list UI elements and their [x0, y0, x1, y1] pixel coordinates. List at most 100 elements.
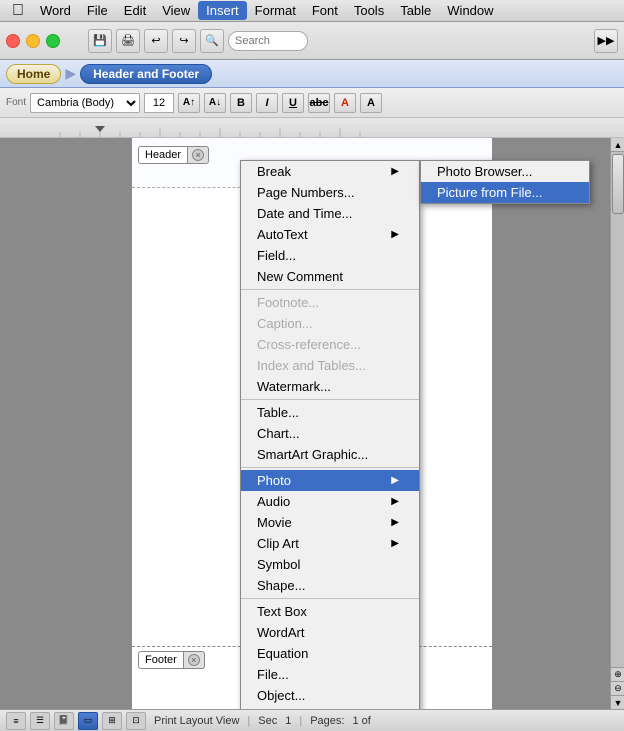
menu-item-label: Text Box	[257, 604, 307, 619]
scroll-expand-btn[interactable]: ⊕	[611, 667, 624, 681]
notebook-view-btn[interactable]: 📓	[54, 712, 74, 730]
menu-item-field---[interactable]: Field...	[241, 245, 419, 266]
menu-item-photo[interactable]: Photo▶	[241, 470, 419, 491]
menu-item-wordart[interactable]: WordArt	[241, 622, 419, 643]
footer-close-btn[interactable]: ×	[184, 651, 205, 669]
menu-item-chart---[interactable]: Chart...	[241, 423, 419, 444]
photo-submenu-label: Photo Browser...	[437, 164, 532, 179]
font-size-up-btn[interactable]: A↑	[178, 93, 200, 113]
print-btn[interactable]: 🖨	[116, 29, 140, 53]
vertical-scrollbar[interactable]: ▲ ⊕ ⊖ ▼	[610, 138, 624, 709]
menu-item-watermark---[interactable]: Watermark...	[241, 376, 419, 397]
view-icons: ≡ ☰ 📓 ▭ ⊞ ⊡	[6, 712, 146, 730]
menubar-table[interactable]: Table	[392, 1, 439, 20]
ribbon-header-footer-btn[interactable]: Header and Footer	[80, 64, 212, 84]
menu-item-audio[interactable]: Audio▶	[241, 491, 419, 512]
scroll-down-btn[interactable]: ▼	[611, 695, 624, 709]
menu-item-label: Caption...	[257, 316, 313, 331]
menubar-word[interactable]: Word	[32, 1, 79, 20]
submenu-arrow-icon: ▶	[391, 496, 399, 507]
menu-item-label: File...	[257, 667, 289, 682]
pages-value: 1 of	[352, 715, 370, 727]
view-mode-label: Print Layout View	[154, 715, 239, 727]
menu-item-table---[interactable]: Table...	[241, 402, 419, 423]
underline-btn[interactable]: U	[282, 93, 304, 113]
menu-item-page-numbers---[interactable]: Page Numbers...	[241, 182, 419, 203]
menu-item-label: Equation	[257, 646, 308, 661]
photo-submenu-item-photo-browser---[interactable]: Photo Browser...	[421, 161, 589, 182]
font-family-select[interactable]: Cambria (Body)	[30, 93, 140, 113]
publishing-view-btn[interactable]: ⊞	[102, 712, 122, 730]
apple-menu[interactable]: 	[4, 0, 32, 22]
strikethrough-btn[interactable]: abc	[308, 93, 330, 113]
menubar-window[interactable]: Window	[439, 1, 501, 20]
print-view-btn[interactable]: ▭	[78, 712, 98, 730]
menu-item-html-object[interactable]: HTML Object▶	[241, 706, 419, 709]
menu-item-equation[interactable]: Equation	[241, 643, 419, 664]
redo-btn[interactable]: ↪	[172, 29, 196, 53]
bold-btn[interactable]: B	[230, 93, 252, 113]
menu-item-shape---[interactable]: Shape...	[241, 575, 419, 596]
menubar-edit[interactable]: Edit	[116, 1, 154, 20]
app-window:  Word File Edit View Insert Format Font…	[0, 0, 624, 731]
outline-view-btn[interactable]: ☰	[30, 712, 50, 730]
menu-item-label: Clip Art	[257, 536, 299, 551]
menu-separator	[241, 467, 419, 468]
text-color-btn[interactable]: A	[360, 93, 382, 113]
minimize-window-btn[interactable]	[26, 34, 40, 48]
statusbar: ≡ ☰ 📓 ▭ ⊞ ⊡ Print Layout View | Sec 1 | …	[0, 709, 624, 731]
menu-item-clip-art[interactable]: Clip Art ▶	[241, 533, 419, 554]
maximize-window-btn[interactable]	[46, 34, 60, 48]
zoom-btn[interactable]: 🔍	[200, 29, 224, 53]
menu-item-file---[interactable]: File...	[241, 664, 419, 685]
photo-submenu-item-picture-from-file---[interactable]: Picture from File...	[421, 182, 589, 203]
header-tab: Header ×	[138, 146, 209, 164]
search-input[interactable]	[228, 31, 308, 51]
font-size-input[interactable]	[144, 93, 174, 113]
undo-btn[interactable]: ↩	[144, 29, 168, 53]
header-close-btn[interactable]: ×	[188, 146, 209, 164]
menu-item-object---[interactable]: Object...	[241, 685, 419, 706]
normal-view-btn[interactable]: ≡	[6, 712, 26, 730]
insert-menu: Break▶Page Numbers...Date and Time...Aut…	[240, 160, 420, 709]
menu-item-date-and-time---[interactable]: Date and Time...	[241, 203, 419, 224]
menubar-font[interactable]: Font	[304, 1, 346, 20]
footer-tab-label: Footer	[138, 651, 184, 669]
menu-item-smartart-graphic---[interactable]: SmartArt Graphic...	[241, 444, 419, 465]
menu-item-label: Break	[257, 164, 291, 179]
submenu-arrow-icon: ▶	[391, 475, 399, 486]
italic-btn[interactable]: I	[256, 93, 278, 113]
menu-item-autotext[interactable]: AutoText▶	[241, 224, 419, 245]
menu-item-break[interactable]: Break▶	[241, 161, 419, 182]
expand-btn[interactable]: ▶▶	[594, 29, 618, 53]
header-tab-label: Header	[138, 146, 188, 164]
menu-item-symbol[interactable]: Symbol	[241, 554, 419, 575]
menu-item-movie[interactable]: Movie▶	[241, 512, 419, 533]
menu-item-text-box[interactable]: Text Box	[241, 601, 419, 622]
highlight-btn[interactable]: A	[334, 93, 356, 113]
document-area: Header × Footer × ▲ ⊕	[0, 138, 624, 709]
font-toolbar: Font Cambria (Body) A↑ A↓ B I U abc A A	[0, 88, 624, 118]
menu-item-new-comment[interactable]: New Comment	[241, 266, 419, 287]
submenu-arrow-icon: ▶	[391, 538, 399, 549]
ribbon-home-btn[interactable]: Home	[6, 64, 61, 84]
ruler	[0, 118, 624, 138]
scroll-thumb[interactable]	[612, 154, 624, 214]
menubar-format[interactable]: Format	[247, 1, 304, 20]
menu-item-label: Symbol	[257, 557, 300, 572]
font-size-down-btn[interactable]: A↓	[204, 93, 226, 113]
scroll-up-btn[interactable]: ▲	[611, 138, 624, 152]
save-btn[interactable]: 💾	[88, 29, 112, 53]
menu-item-label: Shape...	[257, 578, 305, 593]
menubar-view[interactable]: View	[154, 1, 198, 20]
menubar-tools[interactable]: Tools	[346, 1, 392, 20]
focus-view-btn[interactable]: ⊡	[126, 712, 146, 730]
scroll-contract-btn[interactable]: ⊖	[611, 681, 624, 695]
menu-separator	[241, 399, 419, 400]
menu-item-label: SmartArt Graphic...	[257, 447, 368, 462]
toolbar: 💾 🖨 ↩ ↪ 🔍 ▶▶	[0, 22, 624, 60]
sec-label: Sec	[258, 715, 277, 727]
menubar-file[interactable]: File	[79, 1, 116, 20]
close-window-btn[interactable]	[6, 34, 20, 48]
menubar-insert[interactable]: Insert	[198, 1, 247, 20]
